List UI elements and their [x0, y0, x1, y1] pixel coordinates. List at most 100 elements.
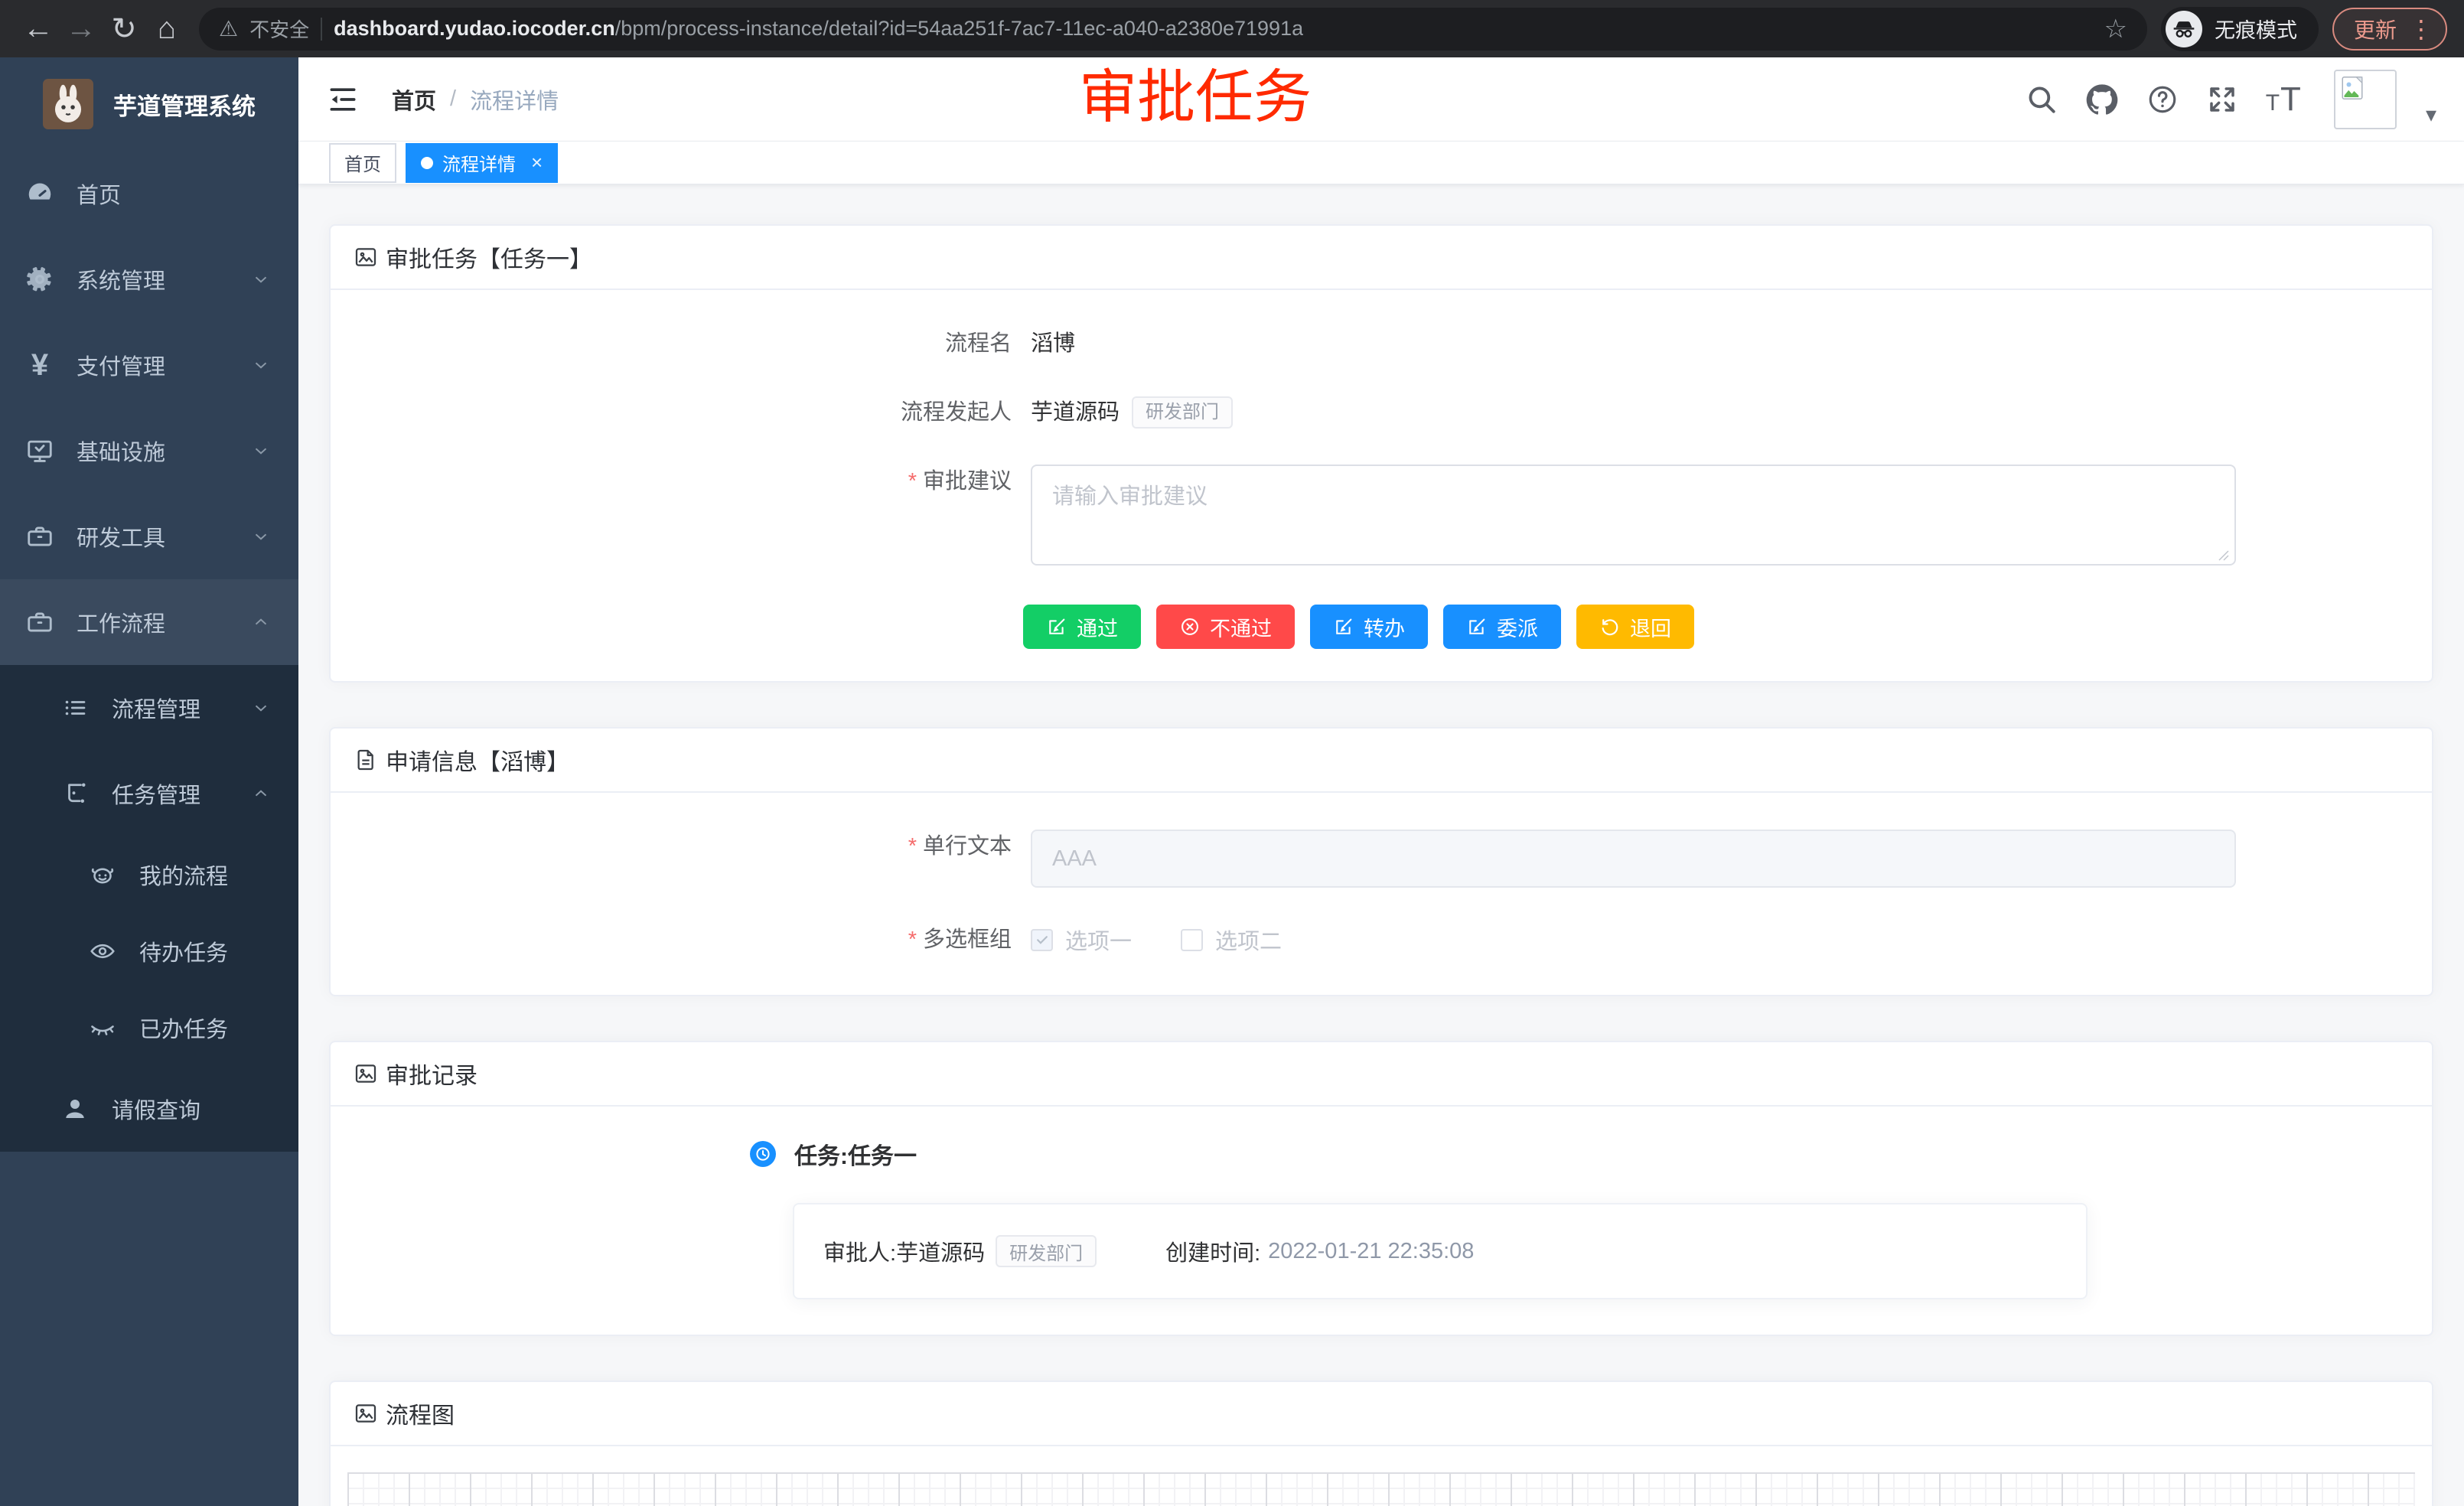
sidebar-item-label: 首页 [77, 178, 121, 210]
suggestion-textarea[interactable] [1031, 465, 2236, 566]
breadcrumb-home[interactable]: 首页 [392, 83, 436, 116]
sidebar-item-infrastructure[interactable]: 基础设施 [0, 408, 298, 494]
tab-label: 首页 [344, 149, 381, 176]
department-tag: 研发部门 [996, 1235, 1097, 1267]
monitor-icon [23, 436, 57, 465]
sidebar-item-label: 流程管理 [112, 692, 200, 724]
breadcrumb: 首页 / 流程详情 [392, 83, 559, 116]
briefcase-icon [23, 608, 57, 637]
card-title: 审批任务【任务一】 [386, 240, 592, 274]
divider [321, 18, 322, 41]
checkbox-unchecked-icon [1181, 929, 1203, 951]
incognito-badge: 无痕模式 [2161, 7, 2319, 51]
sidebar-item-workflow[interactable]: 工作流程 [0, 579, 298, 665]
edit-icon [1333, 616, 1354, 637]
tab-home[interactable]: 首页 [329, 143, 396, 183]
collapse-sidebar-icon[interactable] [326, 83, 360, 116]
sidebar-item-system[interactable]: 系统管理 [0, 236, 298, 322]
tab-label: 流程详情 [442, 149, 516, 176]
bpmn-diagram-canvas[interactable] [347, 1472, 2415, 1506]
approve-button[interactable]: 通过 [1023, 605, 1141, 649]
dashboard-icon [23, 179, 57, 208]
task-title: 任务:任务一 [794, 1137, 917, 1171]
create-time-label: 创建时间: [1165, 1235, 1260, 1267]
sidebar-item-leave-query[interactable]: 请假查询 [0, 1066, 298, 1152]
transfer-button[interactable]: 转办 [1310, 605, 1428, 649]
reload-icon[interactable]: ↻ [103, 8, 145, 51]
back-icon[interactable]: ← [17, 8, 60, 51]
card-header: 审批任务【任务一】 [331, 226, 2432, 290]
checkbox-option-2[interactable]: 选项二 [1181, 924, 1282, 956]
close-icon[interactable]: × [531, 151, 543, 174]
topbar: 首页 / 流程详情 审批任务 TT ▾ [298, 57, 2464, 142]
address-bar[interactable]: ⚠ 不安全 dashboard.yudao.iocoder.cn/bpm/pro… [199, 8, 2147, 51]
apply-info-card: 申请信息【滔博】 单行文本 多选框组 [329, 727, 2433, 996]
sidebar-item-done-tasks[interactable]: 已办任务 [0, 989, 298, 1066]
incognito-label: 无痕模式 [2215, 14, 2297, 44]
checkbox-option-1[interactable]: 选项一 [1031, 924, 1132, 956]
process-name-value: 滔博 [1031, 327, 1075, 360]
github-icon[interactable] [2085, 83, 2119, 116]
app-title: 芋道管理系统 [113, 87, 256, 122]
chevron-down-icon [251, 441, 271, 461]
browser-update-button[interactable]: 更新 ⋮ [2332, 8, 2447, 51]
process-starter-label: 流程发起人 [354, 396, 1031, 429]
home-icon[interactable]: ⌂ [145, 8, 188, 51]
face-icon [86, 861, 119, 888]
sidebar-item-label: 支付管理 [77, 349, 165, 381]
eye-closed-icon [86, 1014, 119, 1041]
caret-down-icon[interactable]: ▾ [2426, 102, 2436, 127]
resize-grip-icon[interactable] [2218, 549, 2230, 562]
url-text[interactable]: dashboard.yudao.iocoder.cn/bpm/process-i… [334, 17, 1303, 41]
checkbox-group-row: 多选框组 选项一 选项二 [354, 923, 2409, 957]
sidebar-item-label: 我的流程 [139, 859, 228, 891]
font-size-icon[interactable]: TT [2266, 80, 2302, 119]
approval-task-card: 审批任务【任务一】 流程名 滔博 流程发起人 芋道源码 研发部门 [329, 224, 2433, 683]
browser-menu-icon[interactable]: ⋮ [2409, 17, 2433, 41]
sidebar-item-label: 请假查询 [112, 1093, 200, 1125]
help-icon[interactable] [2146, 83, 2179, 116]
sidebar-item-dev-tools[interactable]: 研发工具 [0, 494, 298, 579]
forward-icon[interactable]: → [60, 8, 103, 51]
toolbox-icon [23, 522, 57, 551]
search-icon[interactable] [2026, 83, 2058, 116]
tags-view: 首页 流程详情 × [298, 142, 2464, 184]
single-text-label: 单行文本 [354, 830, 1031, 863]
fullscreen-icon[interactable] [2206, 83, 2238, 116]
update-label[interactable]: 更新 [2354, 14, 2397, 44]
page-content: 审批任务【任务一】 流程名 滔博 流程发起人 芋道源码 研发部门 [298, 184, 2464, 1506]
breadcrumb-current: 流程详情 [470, 83, 559, 116]
sidebar-item-todo-tasks[interactable]: 待办任务 [0, 913, 298, 989]
avatar[interactable] [2334, 70, 2397, 129]
sidebar-item-home[interactable]: 首页 [0, 151, 298, 236]
checkbox-group-label: 多选框组 [354, 923, 1031, 957]
chevron-down-icon [251, 269, 271, 289]
circle-close-icon [1179, 616, 1201, 637]
single-text-input[interactable] [1031, 830, 2236, 888]
red-annotation: 审批任务 [1079, 60, 1312, 136]
return-button[interactable]: 退回 [1576, 605, 1694, 649]
sidebar-item-payment[interactable]: ¥ 支付管理 [0, 322, 298, 408]
delegate-button[interactable]: 委派 [1443, 605, 1561, 649]
incognito-icon [2166, 11, 2202, 47]
sidebar-menu: 首页 系统管理 ¥ 支付管理 基础设施 [0, 151, 298, 1152]
card-header: 审批记录 [331, 1042, 2432, 1107]
bookmark-star-icon[interactable]: ☆ [2104, 14, 2127, 44]
department-tag: 研发部门 [1132, 396, 1233, 429]
checkbox-label: 选项二 [1215, 924, 1282, 956]
sidebar-item-task-management[interactable]: 任务管理 [0, 751, 298, 836]
sidebar-item-process-management[interactable]: 流程管理 [0, 665, 298, 751]
suggestion-label: 审批建议 [354, 465, 1031, 498]
security-label[interactable]: 不安全 [249, 15, 309, 43]
tab-process-detail[interactable]: 流程详情 × [406, 143, 558, 183]
single-text-row: 单行文本 [354, 830, 2409, 888]
card-title: 流程图 [386, 1397, 455, 1430]
sidebar-item-my-process[interactable]: 我的流程 [0, 836, 298, 913]
app-logo[interactable]: 芋道管理系统 [0, 57, 298, 151]
card-header: 申请信息【滔博】 [331, 729, 2432, 793]
reject-button[interactable]: 不通过 [1156, 605, 1295, 649]
sidebar-item-label: 工作流程 [77, 606, 165, 638]
active-tab-dot [421, 157, 433, 169]
chevron-down-icon [251, 698, 271, 718]
url-path: /bpm/process-instance/detail?id=54aa251f… [615, 17, 1303, 40]
